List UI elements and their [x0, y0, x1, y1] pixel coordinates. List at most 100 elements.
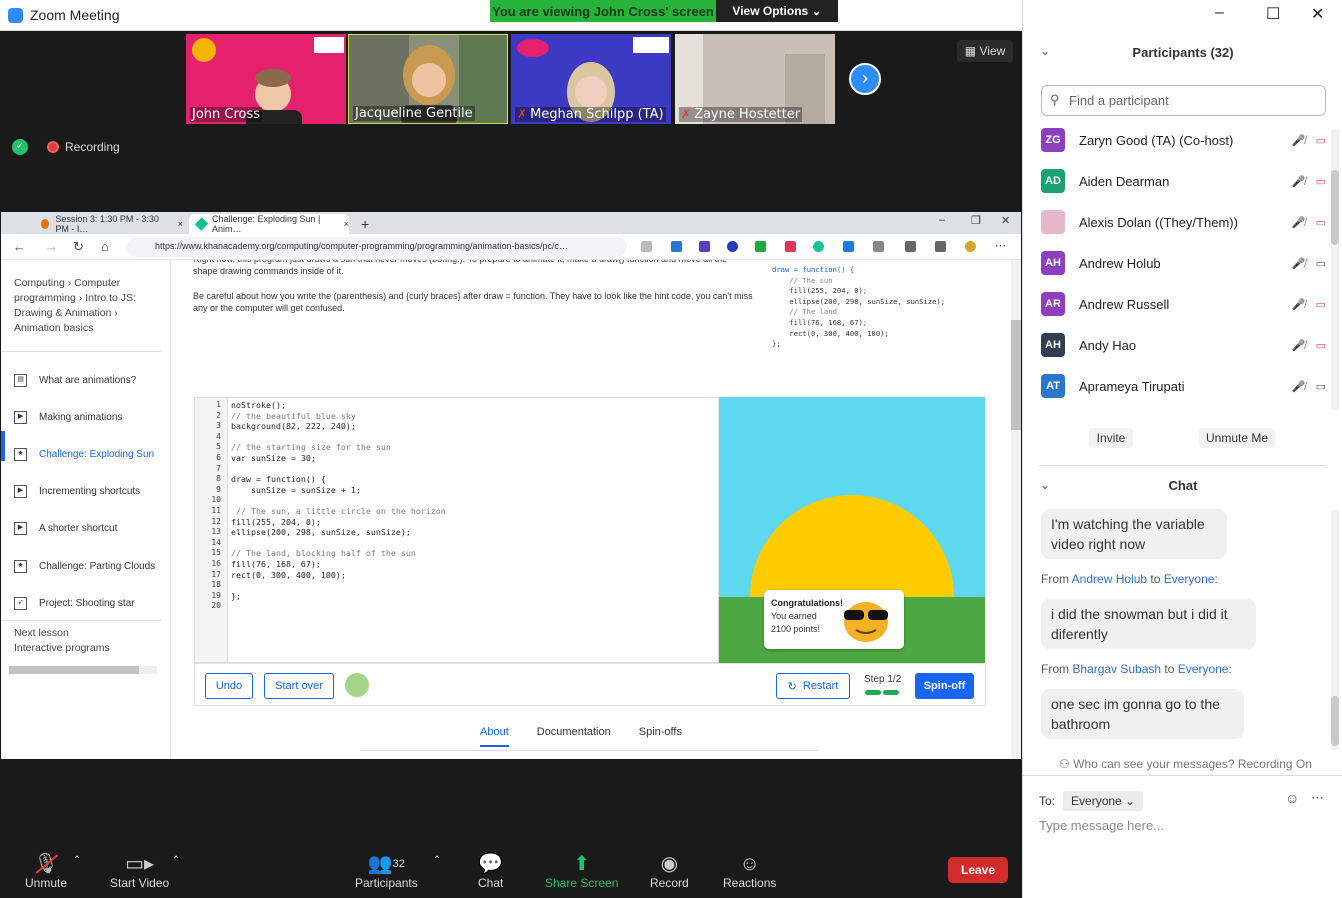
emoji-icon[interactable]: ☺: [1285, 790, 1299, 806]
home-icon[interactable]: ⌂: [101, 239, 109, 254]
close-icon[interactable]: ✕: [1311, 4, 1324, 24]
horizontal-scrollbar[interactable]: [9, 666, 157, 674]
participant-row[interactable]: AH Andrew Holub 🎤̸ ▭: [1041, 248, 1326, 278]
message-visibility-notice[interactable]: ⚇ Who can see your messages? Recording O…: [1059, 757, 1312, 771]
extension-icon[interactable]: [873, 241, 884, 252]
recipient-dropdown[interactable]: Everyone ⌄: [1063, 791, 1144, 811]
page-scrollbar[interactable]: [1011, 260, 1021, 759]
restore-icon[interactable]: ❐: [971, 214, 981, 227]
code-line[interactable]: // The land, blocking half of the sun: [231, 548, 416, 558]
invite-button[interactable]: Invite: [1089, 428, 1133, 448]
leave-button[interactable]: Leave: [948, 857, 1008, 883]
code-line[interactable]: };: [231, 591, 241, 601]
code-line[interactable]: fill(255, 204, 0);: [231, 517, 321, 527]
restart-button[interactable]: ↻ Restart: [776, 673, 850, 699]
code-line[interactable]: fill(76, 168, 67);: [231, 559, 321, 569]
extension-icon[interactable]: [699, 241, 710, 252]
sender-name[interactable]: Andrew Holub: [1072, 572, 1147, 586]
participant-row[interactable]: Alexis Dolan ((They/Them)) 🎤̸ ▭: [1041, 207, 1326, 237]
extension-icon[interactable]: [843, 241, 854, 252]
sender-name[interactable]: Bhargav Subash: [1072, 662, 1161, 676]
more-icon[interactable]: ⋯: [1311, 790, 1324, 806]
back-icon[interactable]: ←: [13, 239, 26, 254]
unmute-button[interactable]: 🎙Unmute: [25, 852, 67, 890]
lesson-item[interactable]: ★ Challenge: Parting Clouds: [14, 556, 155, 576]
close-icon[interactable]: ×: [178, 219, 183, 229]
chat-scrollbar[interactable]: [1331, 510, 1339, 750]
lesson-item[interactable]: ▶ Making animations: [14, 407, 122, 427]
code-editor[interactable]: 1 2 3 4 5 6 7 8 9 10 11 12 13 14 15 16 17 18 19 20 noStroke…: [194, 397, 719, 663]
participant-search-input[interactable]: ⚲ Find a participant: [1041, 85, 1326, 116]
code-line[interactable]: background(82, 222, 240);: [231, 421, 356, 431]
participants-button[interactable]: 👥32 Participants: [355, 852, 418, 890]
extension-icon[interactable]: [813, 241, 824, 252]
code-line[interactable]: ellipse(200, 298, sunSize, sunSize);: [231, 527, 411, 537]
next-page-button[interactable]: ›: [849, 63, 881, 95]
code-line[interactable]: noStroke();: [231, 400, 286, 410]
browser-tab[interactable]: Session 3: 1:30 PM - 3:30 PM - I… ×: [33, 214, 183, 234]
url-field[interactable]: https://www.khanacademy.org/computing/co…: [127, 237, 627, 257]
start-over-button[interactable]: Start over: [264, 673, 334, 699]
chat-message-input[interactable]: Type message here...: [1039, 818, 1164, 833]
lesson-item[interactable]: ▶ Incrementing shortcuts: [14, 481, 140, 501]
extension-icon[interactable]: [755, 241, 766, 252]
participants-options-caret[interactable]: ⌃: [433, 855, 441, 866]
participants-scrollbar[interactable]: [1331, 130, 1339, 410]
participant-row[interactable]: ZG Zaryn Good (TA) (Co-host) 🎤̸ ▭: [1041, 125, 1326, 155]
encryption-shield-icon[interactable]: ✓: [12, 139, 28, 155]
reactions-button[interactable]: ☺ Reactions: [723, 852, 776, 890]
code-line[interactable]: // the beautiful blue sky: [231, 411, 356, 421]
lesson-item[interactable]: ➶ Project: Shooting star: [14, 593, 135, 613]
share-screen-button[interactable]: ⬆ Share Screen: [545, 852, 618, 890]
code-line[interactable]: sunSize = sunSize + 1;: [231, 485, 361, 495]
maximize-icon[interactable]: ☐: [1266, 4, 1280, 24]
video-tile[interactable]: John Cross: [186, 34, 346, 124]
close-window-icon[interactable]: ✕: [1001, 214, 1010, 227]
video-options-caret[interactable]: ⌃: [172, 855, 180, 866]
breadcrumb-item[interactable]: Computing: [14, 277, 65, 289]
view-button[interactable]: ▦ View: [957, 40, 1013, 62]
code-line[interactable]: // The sun, a little circle on the horiz…: [231, 506, 446, 516]
unmute-me-button[interactable]: Unmute Me: [1199, 428, 1275, 448]
participant-row[interactable]: AH Andy Hao 🎤̸ ▭: [1041, 330, 1326, 360]
participant-row[interactable]: AT Aprameya Tirupati 🎤̸ ▭: [1041, 371, 1326, 401]
code-line[interactable]: rect(0, 300, 400, 100);: [231, 570, 346, 580]
forward-icon[interactable]: →: [45, 239, 58, 254]
spin-off-button[interactable]: Spin-off: [915, 673, 974, 699]
minimize-icon[interactable]: –: [939, 214, 945, 226]
participant-row[interactable]: AD Aiden Dearman 🎤̸ ▭: [1041, 166, 1326, 196]
profile-avatar[interactable]: [965, 241, 976, 252]
view-options-button[interactable]: View Options ⌄: [716, 0, 838, 22]
video-tile[interactable]: ✗ Meghan Schilpp (TA): [511, 34, 671, 124]
new-tab-button[interactable]: +: [353, 214, 369, 234]
code-line[interactable]: var sunSize = 30;: [231, 453, 316, 463]
minimize-icon[interactable]: –: [1215, 4, 1224, 22]
tab-spin-offs[interactable]: Spin-offs: [639, 726, 682, 747]
extension-icon[interactable]: [727, 241, 738, 252]
code-line[interactable]: draw = function() {: [231, 474, 326, 484]
recording-indicator[interactable]: Recording: [47, 140, 120, 154]
video-tile[interactable]: Jacqueline Gentile: [348, 34, 508, 124]
start-video-button[interactable]: ▭▸ Start Video: [110, 852, 169, 890]
record-button[interactable]: ◉ Record: [650, 852, 689, 890]
next-lesson-link[interactable]: Next lesson Interactive programs: [14, 626, 110, 656]
undo-button[interactable]: Undo: [205, 673, 253, 699]
tab-about[interactable]: About: [480, 726, 509, 747]
browser-tab-active[interactable]: Challenge: Exploding Sun | Anim… ×: [189, 214, 349, 234]
breadcrumb-item[interactable]: Animation basics: [14, 322, 93, 334]
collections-icon[interactable]: [935, 241, 946, 252]
close-icon[interactable]: ×: [344, 219, 349, 229]
reload-icon[interactable]: ↻: [73, 239, 84, 255]
code-line[interactable]: // the starting size for the sun: [231, 442, 391, 452]
favorites-icon[interactable]: [905, 241, 916, 252]
lesson-item[interactable]: ▤ What are animations?: [14, 370, 136, 390]
extension-icon[interactable]: [671, 241, 682, 252]
lesson-item-current[interactable]: ★ Challenge: Exploding Sun: [14, 444, 154, 464]
participant-row[interactable]: AR Andrew Russell 🎤̸ ▭: [1041, 289, 1326, 319]
extension-icon[interactable]: [785, 241, 796, 252]
tab-documentation[interactable]: Documentation: [537, 726, 611, 747]
lesson-item[interactable]: ▶ A shorter shortcut: [14, 518, 117, 538]
video-tile[interactable]: ✗ Zayne Hostetter: [675, 34, 835, 124]
more-options-icon[interactable]: ⋯: [995, 239, 1006, 252]
audio-options-caret[interactable]: ⌃: [73, 855, 81, 866]
